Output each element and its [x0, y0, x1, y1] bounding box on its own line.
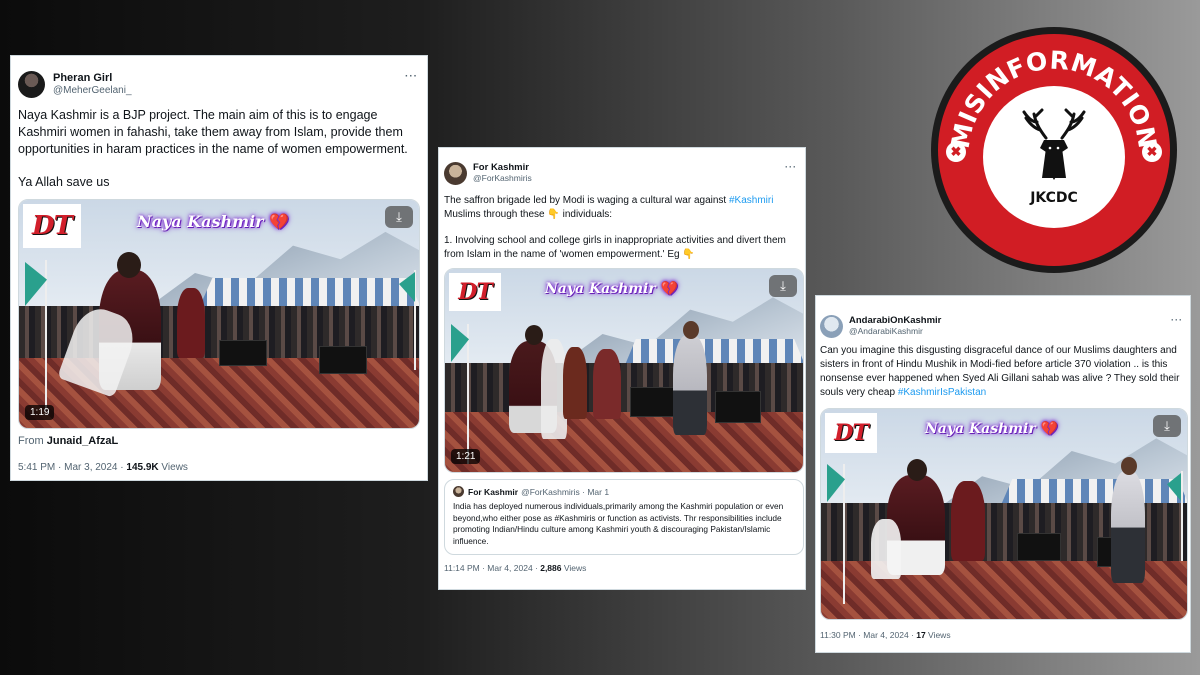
- tweet-card-for-kashmir: For Kashmir @ForKashmiris ··· The saffro…: [438, 147, 806, 590]
- download-icon[interactable]: ⤓: [769, 275, 797, 297]
- tweet-paragraph: Naya Kashmir is a BJP project. The main …: [18, 108, 408, 156]
- tweet-paragraph: Ya Allah save us: [18, 175, 110, 189]
- quoted-tweet[interactable]: For Kashmir @ForKashmiris · Mar 1 India …: [444, 479, 804, 555]
- tent: [625, 339, 803, 365]
- tweet-paragraph: The saffron brigade led by Modi is wagin…: [444, 195, 774, 220]
- more-options-icon[interactable]: ···: [785, 162, 797, 172]
- channel-logo: DT: [23, 204, 81, 248]
- badge-inner: JKCDC: [983, 86, 1125, 228]
- stag-icon: [1022, 108, 1086, 180]
- tent: [1001, 479, 1187, 505]
- video-player[interactable]: DT Naya Kashmir 💔 ⤓: [820, 408, 1188, 620]
- video-player[interactable]: DT Naya Kashmir 💔 ⤓ 1:19: [18, 199, 420, 429]
- tweet-meta: 5:41 PM · Mar 3, 2024 · 145.9K Views: [18, 462, 188, 473]
- man-figure: [673, 335, 707, 435]
- author-names: For Kashmir @ForKashmiris: [473, 162, 532, 184]
- video-duration: 1:21: [451, 449, 481, 464]
- tweet-meta: 11:30 PM · Mar 4, 2024 · 17 Views: [820, 630, 951, 640]
- avatar: [453, 486, 464, 497]
- tweet-text: The saffron brigade led by Modi is wagin…: [444, 194, 800, 261]
- logo-text: DT: [834, 420, 868, 446]
- channel-logo: DT: [825, 413, 877, 453]
- tweet-paragraph: 1. Involving school and college girls in…: [444, 235, 786, 260]
- avatar[interactable]: [820, 314, 843, 338]
- video-attribution: From Junaid_AfzaL: [18, 435, 119, 447]
- tweet-text: Can you imagine this disgusting disgrace…: [820, 344, 1185, 400]
- x-mark-icon: ✖: [946, 142, 966, 162]
- tweet-header: Pheran Girl @MeherGeelani_ ···: [18, 69, 420, 99]
- view-count: 2,886: [540, 563, 562, 573]
- man-figure: [1111, 471, 1145, 583]
- download-icon[interactable]: ⤓: [1153, 415, 1181, 437]
- badge-ring: MISINFORMATION ✖ ✖ JKCDC: [938, 34, 1170, 266]
- x-mark-icon: ✖: [1142, 142, 1162, 162]
- timestamp[interactable]: 11:30 PM · Mar 4, 2024 ·: [820, 630, 916, 640]
- broken-heart-icon: 💔: [660, 281, 679, 297]
- timestamp[interactable]: 11:14 PM · Mar 4, 2024 ·: [444, 563, 540, 573]
- broken-heart-icon: 💔: [1040, 421, 1059, 437]
- hashtag-link[interactable]: #Kashmiri: [729, 195, 773, 206]
- tweet-header: For Kashmir @ForKashmiris ···: [444, 160, 800, 186]
- author-names: Pheran Girl @MeherGeelani_: [53, 72, 132, 96]
- user-handle[interactable]: @MeherGeelani_: [53, 85, 132, 97]
- badge-org: JKCDC: [1030, 190, 1078, 206]
- tweet-card-andarabi: AndarabiOnKashmir @AndarabiKashmir ··· C…: [815, 295, 1191, 653]
- display-name[interactable]: For Kashmir: [473, 162, 532, 174]
- video-duration: 1:19: [25, 405, 55, 420]
- more-options-icon[interactable]: ···: [1171, 315, 1183, 325]
- video-overlay-text: Naya Kashmir 💔: [925, 421, 1059, 437]
- video-overlay-text: Naya Kashmir 💔: [137, 212, 290, 231]
- display-name[interactable]: AndarabiOnKashmir: [849, 315, 941, 327]
- avatar[interactable]: [444, 161, 467, 185]
- logo-text: DT: [458, 279, 492, 305]
- user-handle[interactable]: @AndarabiKashmir: [849, 326, 941, 337]
- quoted-header: For Kashmir @ForKashmiris · Mar 1: [453, 486, 795, 497]
- display-name[interactable]: Pheran Girl: [53, 72, 132, 85]
- user-handle[interactable]: @ForKashmiris: [473, 173, 532, 184]
- author-names: AndarabiOnKashmir @AndarabiKashmir: [849, 315, 941, 337]
- tweet-card-pheran-girl: Pheran Girl @MeherGeelani_ ··· Naya Kash…: [10, 55, 428, 481]
- attribution-user[interactable]: Junaid_AfzaL: [47, 435, 119, 447]
- tweet-meta: 11:14 PM · Mar 4, 2024 · 2,886 Views: [444, 563, 587, 573]
- download-icon[interactable]: ⤓: [385, 206, 413, 228]
- quoted-display-name: For Kashmir: [468, 486, 519, 497]
- tweet-text: Naya Kashmir is a BJP project. The main …: [18, 107, 420, 191]
- broken-heart-icon: 💔: [269, 212, 290, 231]
- hashtag-link[interactable]: #KashmirIsPakistan: [898, 387, 986, 398]
- video-overlay-text: Naya Kashmir 💔: [545, 281, 679, 297]
- timestamp[interactable]: 5:41 PM · Mar 3, 2024 ·: [18, 462, 126, 473]
- tent: [199, 278, 419, 308]
- video-player[interactable]: DT Naya Kashmir 💔 ⤓ 1:21: [444, 268, 804, 473]
- view-count: 145.9K: [126, 462, 159, 473]
- view-count: 17: [916, 630, 926, 640]
- more-options-icon[interactable]: ···: [405, 71, 418, 82]
- avatar[interactable]: [18, 70, 45, 98]
- quoted-handle: @ForKashmiris · Mar 1: [521, 486, 610, 497]
- tweet-paragraph: Can you imagine this disgusting disgrace…: [820, 345, 1180, 398]
- misinformation-badge: MISINFORMATION ✖ ✖ JKCDC: [931, 27, 1177, 273]
- tweet-header: AndarabiOnKashmir @AndarabiKashmir ···: [820, 313, 1185, 339]
- channel-logo: DT: [449, 273, 501, 311]
- quoted-text: India has deployed numerous individuals,…: [453, 501, 784, 546]
- logo-text: DT: [32, 211, 73, 241]
